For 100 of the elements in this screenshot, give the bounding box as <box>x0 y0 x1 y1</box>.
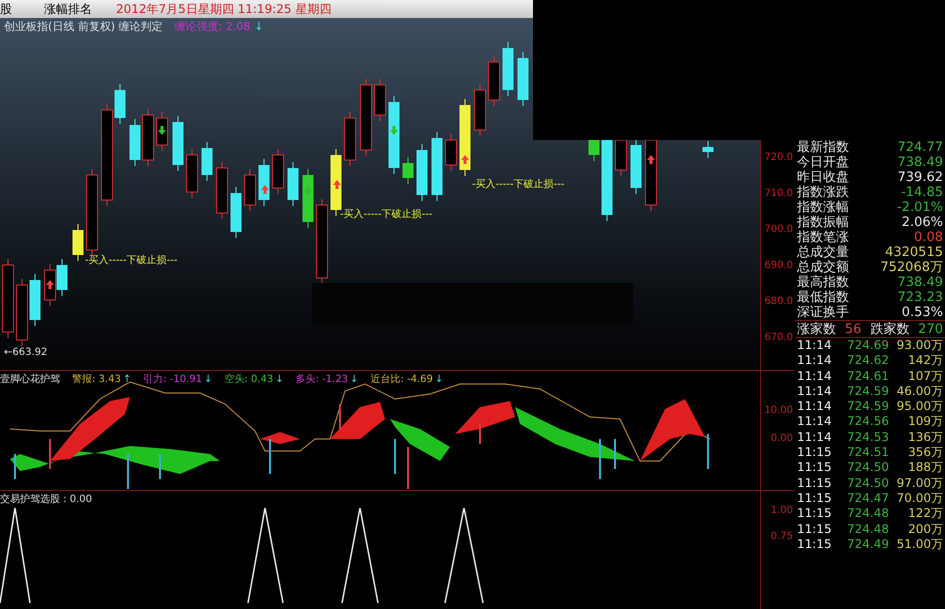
axis-label: 690.0 <box>764 259 793 273</box>
trade-time: 11:15 <box>797 445 833 460</box>
axis-label: 0.00 <box>770 432 793 446</box>
signal-annotation: -买入-----下破止损--- <box>472 178 564 192</box>
candlestick <box>518 52 528 106</box>
stat-value: 270 <box>918 322 943 336</box>
stat-value: 752068万 <box>880 260 943 275</box>
signal-annotation: -买入-----下破止损--- <box>340 208 432 222</box>
indicator-reading: 警报: 3.43 <box>72 372 121 387</box>
candlestick <box>702 140 714 158</box>
candlestick <box>630 138 642 194</box>
stat-value: 2.06% <box>902 215 943 230</box>
indicator-reading: 近台比: -4.69 <box>370 372 433 387</box>
stat-label: 最新指数 <box>797 140 849 155</box>
stat-label: 跌家数 <box>870 322 910 336</box>
stat-value: -14.85 <box>901 185 943 200</box>
up-arrow-icon <box>461 155 469 164</box>
up-arrow-icon <box>46 280 54 289</box>
candlestick <box>344 112 356 166</box>
trade-time: 11:14 <box>797 353 833 369</box>
trade-volume: 107万 <box>907 368 943 384</box>
trade-time: 11:14 <box>797 368 833 384</box>
arrow-glyph: ↓ <box>350 373 358 387</box>
candlestick <box>172 116 184 172</box>
trade-volume: 70.00万 <box>896 490 943 506</box>
candlestick <box>474 84 486 136</box>
up-arrow-icon <box>333 180 341 189</box>
stat-value: 724.77 <box>898 140 943 155</box>
menu-tab[interactable]: 涨幅排名 <box>28 0 108 18</box>
trade-price: 724.48 <box>846 522 889 537</box>
indicator-reading: 引力: -10.91 <box>143 372 202 387</box>
trade-volume: 142万 <box>907 353 943 369</box>
axis-label: 10.00 <box>764 404 793 418</box>
candlestick <box>186 148 198 198</box>
trade-volume: 356万 <box>907 445 943 460</box>
datetime-text: 2012年7月5日星期四 11:19:25 星期四 <box>115 1 332 18</box>
stat-label: 深证换手 <box>797 305 849 320</box>
axis-label: 700.0 <box>764 223 793 237</box>
indicator-reading: 空头: 0.43 <box>224 372 274 387</box>
arrow-glyph: ↓ <box>275 373 284 387</box>
trade-price: 724.59 <box>846 384 889 400</box>
axis-label: 680.0 <box>764 295 793 309</box>
axis-label: 0.75 <box>770 530 793 544</box>
trade-volume: 109万 <box>907 414 943 430</box>
trade-time: 11:14 <box>797 399 833 414</box>
candlestick <box>114 84 126 124</box>
candlestick <box>502 42 514 96</box>
trade-time: 11:15 <box>797 490 833 506</box>
trade-volume: 122万 <box>907 506 943 522</box>
stat-value: 723.23 <box>898 290 943 305</box>
trade-volume: 97.00万 <box>896 476 943 491</box>
axis-label: 710.0 <box>764 187 793 201</box>
trade-price: 724.61 <box>846 368 889 384</box>
trade-time: 11:14 <box>797 384 833 400</box>
trade-price: 724.62 <box>846 353 889 369</box>
trade-volume: 51.00万 <box>896 536 943 552</box>
stat-value: 4320515 <box>885 245 943 260</box>
trade-time: 11:15 <box>797 522 833 537</box>
candlestick <box>202 142 212 182</box>
price-label: ←663.92 <box>4 346 48 360</box>
trade-price: 724.48 <box>846 506 889 522</box>
stat-label: 最高指数 <box>797 275 849 290</box>
stat-label: 昨日收盘 <box>797 170 849 185</box>
trade-price: 724.53 <box>846 430 889 446</box>
axis-label: 1.00 <box>770 504 793 518</box>
trade-volume: 200万 <box>907 522 943 537</box>
stat-label: 指数振幅 <box>797 215 849 230</box>
candlestick <box>445 134 457 172</box>
menu-tab[interactable]: 股 <box>0 0 28 18</box>
trade-price: 724.69 <box>846 338 889 354</box>
stat-value: 738.49 <box>898 275 943 290</box>
stat-label: 最低指数 <box>797 290 849 305</box>
trade-time: 11:14 <box>797 414 833 430</box>
candlestick <box>432 132 442 202</box>
candlestick <box>288 162 298 206</box>
trade-volume: 95.00万 <box>896 399 943 414</box>
candlestick <box>216 162 228 220</box>
indicator-title: 壹脚心花护驾 <box>0 372 60 387</box>
arrow-glyph: ↓ <box>204 373 212 387</box>
axis-label: 670.0 <box>764 331 793 345</box>
stat-label: 今日开盘 <box>797 155 849 170</box>
trade-time: 11:15 <box>797 476 833 491</box>
stat-label: 总成交额 <box>797 260 849 275</box>
stat-value: 739.62 <box>898 170 943 185</box>
candlestick <box>130 118 140 166</box>
arrow-glyph: ↑ <box>122 373 132 387</box>
up-arrow-icon <box>261 185 269 194</box>
trade-volume: 46.00万 <box>896 384 943 400</box>
trade-price: 724.49 <box>846 536 889 552</box>
down-arrow-icon <box>304 186 312 195</box>
up-arrow-icon <box>647 155 655 164</box>
trade-time: 11:14 <box>797 430 833 446</box>
candlestick <box>44 264 56 306</box>
stat-value: 56 <box>844 322 862 336</box>
trade-time: 11:15 <box>797 460 833 476</box>
axis-label: 720.0 <box>764 151 793 165</box>
stat-value: 738.49 <box>898 155 943 170</box>
candlestick <box>244 168 256 212</box>
trade-price: 724.59 <box>846 399 889 414</box>
candlestick <box>302 168 314 228</box>
